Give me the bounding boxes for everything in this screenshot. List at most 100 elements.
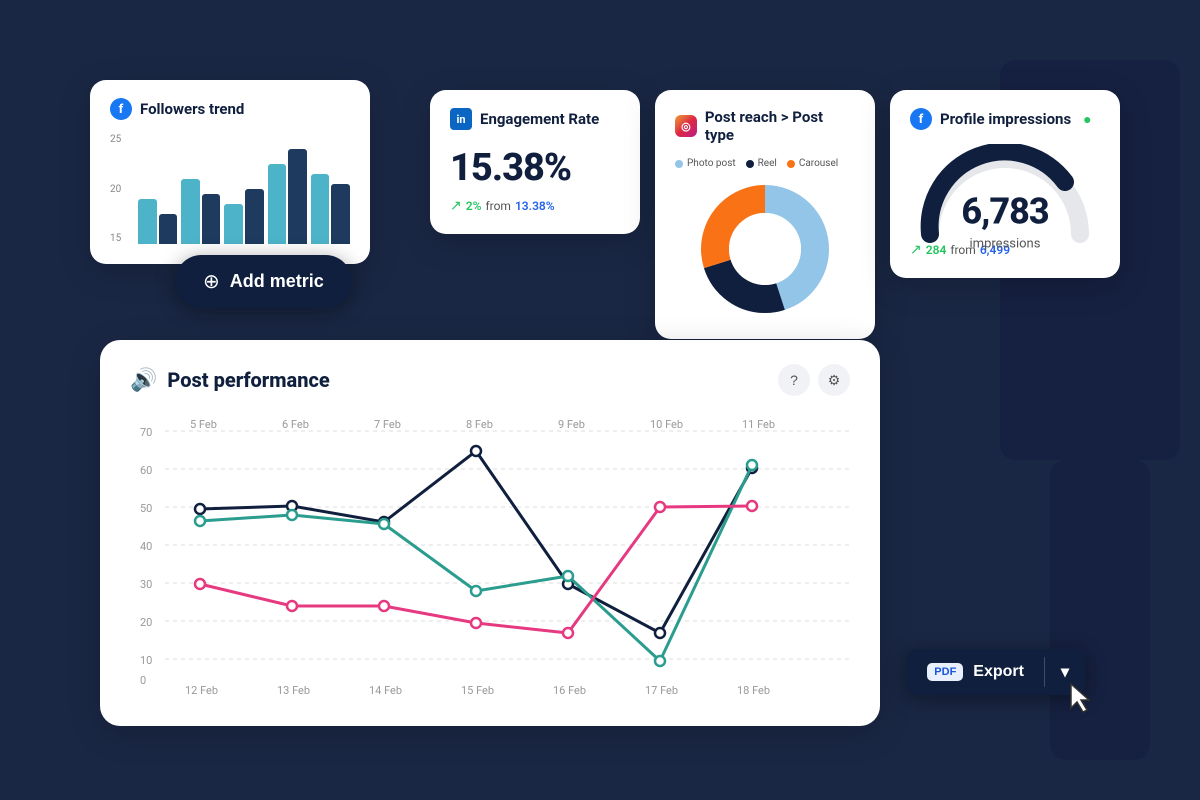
dark-dot-1 bbox=[195, 504, 205, 514]
change-from-value: 13.38% bbox=[515, 199, 555, 213]
bar-1b bbox=[159, 214, 178, 244]
pink-dot-2 bbox=[287, 601, 297, 611]
svg-text:11 Feb: 11 Feb bbox=[742, 418, 775, 431]
svg-text:18 Feb: 18 Feb bbox=[737, 684, 770, 696]
svg-text:20: 20 bbox=[140, 616, 152, 629]
pink-dot-4 bbox=[471, 618, 481, 628]
y-label-25: 25 bbox=[110, 134, 121, 145]
svg-text:17 Feb: 17 Feb bbox=[645, 684, 678, 696]
dark-dot-6 bbox=[655, 628, 665, 638]
bar-group-5 bbox=[311, 174, 350, 244]
add-metric-label: Add metric bbox=[230, 271, 324, 292]
impressions-value: 6,783 bbox=[961, 191, 1048, 233]
teal-dot-2 bbox=[287, 510, 297, 520]
legend-dot-carousel bbox=[787, 160, 795, 168]
post-reach-card: ◎ Post reach > Post type Photo post Reel… bbox=[655, 90, 875, 339]
teal-line bbox=[200, 465, 752, 661]
legend-label-photo: Photo post bbox=[687, 158, 736, 169]
bg-decoration-2 bbox=[1050, 460, 1150, 760]
legend-dot-reel bbox=[746, 160, 754, 168]
performance-title-group: 🔊 Post performance bbox=[130, 368, 330, 393]
chart-area: .grid-line { stroke: #ddd; stroke-dashar… bbox=[130, 416, 850, 696]
change-percent: 2% bbox=[466, 199, 482, 213]
svg-text:10 Feb: 10 Feb bbox=[650, 418, 683, 431]
svg-text:50: 50 bbox=[140, 502, 152, 515]
bar-4b bbox=[288, 149, 307, 244]
bar-group-2 bbox=[181, 179, 220, 244]
engagement-value: 15.38% bbox=[450, 146, 620, 190]
performance-header: 🔊 Post performance ? ⚙ bbox=[130, 364, 850, 396]
post-performance-card: 🔊 Post performance ? ⚙ .grid-line { stro… bbox=[100, 340, 880, 726]
export-label: Export bbox=[973, 663, 1024, 681]
impressions-up-icon: ↗ bbox=[910, 242, 922, 258]
donut-chart-container bbox=[675, 179, 855, 319]
pink-dot-3 bbox=[379, 601, 389, 611]
post-reach-title: Post reach > Post type bbox=[705, 108, 855, 144]
help-button[interactable]: ? bbox=[778, 364, 810, 396]
impressions-value-container: 6,783 impressions bbox=[961, 181, 1048, 264]
donut-legend: Photo post Reel Carousel bbox=[675, 158, 855, 169]
gear-icon: ⚙ bbox=[828, 372, 841, 389]
mouse-cursor bbox=[1067, 682, 1095, 720]
line-chart-svg: .grid-line { stroke: #ddd; stroke-dashar… bbox=[130, 416, 850, 696]
performance-actions: ? ⚙ bbox=[778, 364, 850, 396]
donut-chart bbox=[695, 179, 835, 319]
engagement-card: in Engagement Rate 15.38% ↗ 2% from 13.3… bbox=[430, 90, 640, 234]
svg-text:14 Feb: 14 Feb bbox=[369, 684, 402, 696]
svg-text:0: 0 bbox=[140, 674, 146, 687]
chevron-down-icon: ▾ bbox=[1061, 662, 1069, 682]
pink-dot-1 bbox=[195, 579, 205, 589]
bar-5a bbox=[311, 174, 330, 244]
export-button[interactable]: PDF Export ▾ bbox=[907, 649, 1085, 695]
svg-text:30: 30 bbox=[140, 578, 152, 591]
bar-5b bbox=[331, 184, 350, 244]
instagram-icon: ◎ bbox=[675, 115, 697, 137]
performance-icon: 🔊 bbox=[130, 368, 157, 393]
bar-2a bbox=[181, 179, 200, 244]
dashboard: f Followers trend 25 20 15 bbox=[0, 0, 1200, 800]
svg-text:12 Feb: 12 Feb bbox=[185, 684, 218, 696]
y-label-15: 15 bbox=[110, 233, 121, 244]
svg-text:6 Feb: 6 Feb bbox=[282, 418, 309, 431]
settings-button[interactable]: ⚙ bbox=[818, 364, 850, 396]
question-icon: ? bbox=[790, 372, 798, 388]
svg-text:40: 40 bbox=[140, 540, 152, 553]
followers-card: f Followers trend 25 20 15 bbox=[90, 80, 370, 264]
legend-dot-photo bbox=[675, 160, 683, 168]
impressions-label: impressions bbox=[961, 237, 1048, 252]
y-axis: 25 20 15 bbox=[110, 134, 121, 244]
followers-title: Followers trend bbox=[140, 100, 244, 118]
gauge-chart: 6,783 impressions bbox=[915, 144, 1095, 234]
impressions-header: f Profile impressions ● bbox=[910, 108, 1100, 130]
post-reach-header: ◎ Post reach > Post type bbox=[675, 108, 855, 144]
pink-dot-7 bbox=[747, 501, 757, 511]
add-metric-button[interactable]: ⊕ Add metric bbox=[175, 255, 352, 308]
svg-text:5 Feb: 5 Feb bbox=[190, 418, 217, 431]
engagement-header: in Engagement Rate bbox=[450, 108, 620, 130]
svg-text:7 Feb: 7 Feb bbox=[374, 418, 401, 431]
teal-dot-3 bbox=[379, 519, 389, 529]
impressions-card: f Profile impressions ● 6,783 impression… bbox=[890, 90, 1120, 278]
plus-icon: ⊕ bbox=[203, 269, 220, 294]
legend-reel: Reel bbox=[746, 158, 777, 169]
export-main: PDF Export bbox=[907, 649, 1044, 695]
facebook-icon: f bbox=[110, 98, 132, 120]
bar-3b bbox=[245, 189, 264, 244]
bar-4a bbox=[268, 164, 287, 244]
pink-dot-6 bbox=[655, 502, 665, 512]
teal-dot-6 bbox=[655, 656, 665, 666]
impressions-title: Profile impressions bbox=[940, 110, 1071, 128]
followers-card-header: f Followers trend bbox=[110, 98, 350, 120]
svg-text:16 Feb: 16 Feb bbox=[553, 684, 586, 696]
svg-text:15 Feb: 15 Feb bbox=[461, 684, 494, 696]
impressions-change-amount: 284 bbox=[926, 243, 947, 257]
teal-dot-7 bbox=[747, 460, 757, 470]
teal-dot-1 bbox=[195, 516, 205, 526]
change-from-label: from bbox=[485, 199, 511, 213]
pdf-badge: PDF bbox=[927, 663, 963, 681]
svg-text:13 Feb: 13 Feb bbox=[277, 684, 310, 696]
dark-dot-4 bbox=[471, 446, 481, 456]
svg-text:70: 70 bbox=[140, 426, 152, 439]
pink-dot-5 bbox=[563, 628, 573, 638]
bar-group-3 bbox=[224, 189, 263, 244]
